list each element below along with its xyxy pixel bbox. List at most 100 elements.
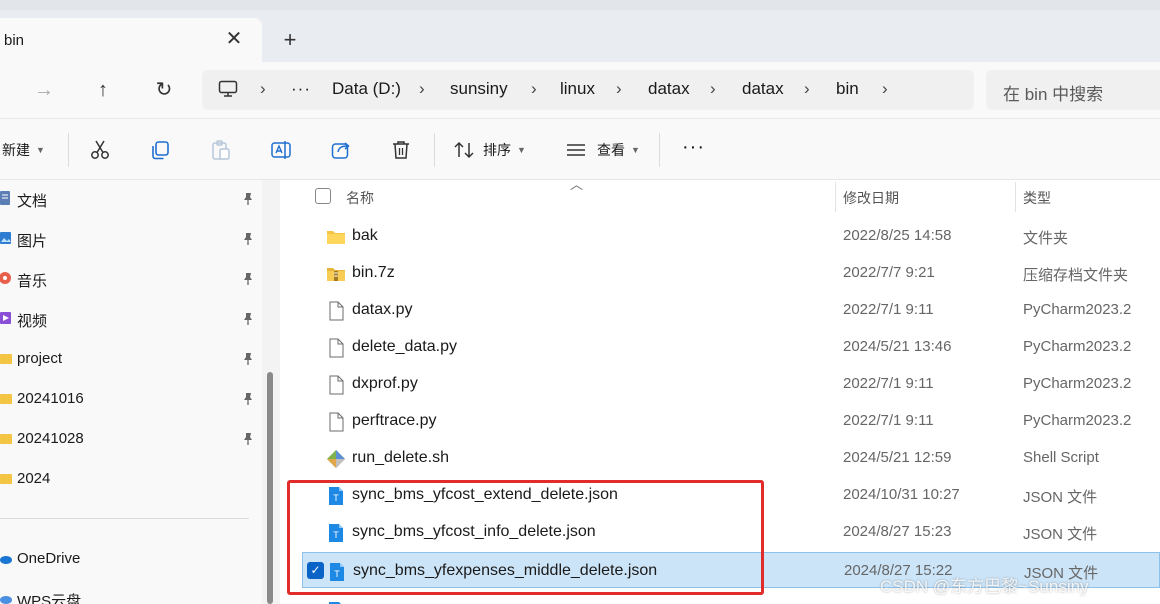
sidebar-item-pictures[interactable]: 图片	[0, 224, 262, 254]
cloud-icon	[0, 590, 12, 604]
pin-icon[interactable]	[241, 392, 255, 406]
view-icon	[565, 141, 587, 159]
sidebar-item-20241016[interactable]: 20241016	[0, 384, 262, 414]
window-top-edge	[0, 0, 1160, 10]
file-type: PyCharm2023.2	[1023, 338, 1132, 355]
chevron-right-icon[interactable]: ›	[882, 79, 888, 99]
column-header-type[interactable]: 类型	[1023, 188, 1051, 222]
sidebar-item-project[interactable]: project	[0, 344, 262, 374]
breadcrumb-datax[interactable]: datax	[648, 79, 690, 99]
folder-icon	[0, 390, 12, 406]
pin-icon[interactable]	[241, 232, 255, 246]
file-type: 压缩存档文件夹	[1023, 267, 1129, 284]
table-row[interactable]: bin.7z 2022/7/7 9:21 压缩存档文件夹	[302, 255, 1160, 291]
chevron-right-icon[interactable]: ›	[419, 79, 425, 99]
column-header-modified[interactable]: 修改日期	[843, 188, 899, 222]
chevron-right-icon[interactable]: ›	[804, 79, 810, 99]
file-type: JSON 文件	[1023, 526, 1098, 543]
pin-icon[interactable]	[241, 272, 255, 286]
pin-icon[interactable]	[241, 432, 255, 446]
sidebar-item-label: WPS云盘	[17, 593, 82, 604]
pin-icon[interactable]	[241, 352, 255, 366]
shell-script-icon	[326, 449, 346, 469]
view-label: 查看	[597, 142, 625, 158]
table-row[interactable]: datax.py 2022/7/1 9:11 PyCharm2023.2	[302, 292, 1160, 328]
breadcrumb-sunsiny[interactable]: sunsiny	[450, 79, 508, 99]
sort-button[interactable]: 排序 ▼	[453, 137, 526, 163]
close-tab-icon[interactable]: ✕	[222, 27, 246, 51]
breadcrumb-bin[interactable]: bin	[836, 79, 859, 99]
sidebar-item-label: 20241028	[17, 430, 84, 447]
rename-button[interactable]	[270, 137, 292, 163]
scissors-icon	[89, 139, 111, 161]
chevron-down-icon: ▼	[36, 145, 45, 155]
sort-ascending-icon: ︿	[570, 177, 584, 192]
watermark-text: CSDN @东方巴黎~Sunsiny	[880, 577, 1089, 596]
cut-button[interactable]	[89, 137, 111, 163]
sidebar-item-20241028[interactable]: 20241028	[0, 424, 262, 454]
sidebar-item-label: 图片	[17, 233, 48, 250]
pin-icon[interactable]	[241, 312, 255, 326]
scrollbar-thumb[interactable]	[267, 372, 273, 604]
file-name: dxprof.py	[352, 375, 418, 392]
file-icon	[326, 375, 346, 395]
column-divider[interactable]	[835, 182, 836, 212]
more-options-icon[interactable]: ···	[682, 134, 705, 160]
breadcrumb-datax-2[interactable]: datax	[742, 79, 784, 99]
table-row[interactable]: run_delete.sh 2024/5/21 12:59 Shell Scri…	[302, 440, 1160, 476]
file-name: datax.py	[352, 301, 413, 318]
sidebar-item-wps[interactable]: WPS云盘	[0, 584, 262, 604]
delete-button[interactable]	[390, 137, 412, 163]
file-date: 2024/5/21 12:59	[843, 449, 952, 466]
file-icon	[326, 301, 346, 321]
tab-bin[interactable]: bin ✕	[0, 18, 262, 62]
forward-icon[interactable]: →	[29, 75, 59, 105]
address-bar[interactable]: › ··· Data (D:) › sunsiny › linux › data…	[202, 70, 974, 110]
file-name: bak	[352, 227, 378, 244]
chevron-down-icon: ▼	[517, 145, 526, 155]
view-button[interactable]: 查看 ▼	[565, 137, 640, 163]
chevron-right-icon[interactable]: ›	[710, 79, 716, 99]
file-date: 2024/10/31 10:27	[843, 486, 960, 503]
sidebar-item-videos[interactable]: 视频	[0, 304, 262, 334]
sidebar-item-onedrive[interactable]: OneDrive	[0, 544, 262, 574]
breadcrumb-drive[interactable]: Data (D:)	[332, 79, 401, 99]
rename-icon	[270, 139, 292, 161]
sidebar-item-2024[interactable]: 2024	[0, 464, 262, 494]
toolbar-divider	[434, 133, 435, 167]
sidebar-item-music[interactable]: 音乐	[0, 264, 262, 294]
more-breadcrumbs-icon[interactable]: ···	[291, 79, 311, 99]
share-button[interactable]	[330, 137, 352, 163]
music-icon	[0, 270, 12, 286]
table-row[interactable]: perftrace.py 2022/7/1 9:11 PyCharm2023.2	[302, 403, 1160, 439]
table-row[interactable]: delete_data.py 2024/5/21 13:46 PyCharm20…	[302, 329, 1160, 365]
computer-icon[interactable]	[218, 80, 238, 102]
chevron-right-icon[interactable]: ›	[260, 79, 266, 99]
paste-button[interactable]	[210, 137, 232, 163]
new-button[interactable]: 新建 ▼	[2, 137, 45, 163]
select-all-checkbox[interactable]	[315, 188, 331, 204]
table-row[interactable]: dxprof.py 2022/7/1 9:11 PyCharm2023.2	[302, 366, 1160, 402]
search-input[interactable]: 在 bin 中搜索	[986, 70, 1160, 110]
file-name: perftrace.py	[352, 412, 437, 429]
folder-icon	[326, 227, 346, 247]
sidebar-item-label: 文档	[17, 193, 48, 210]
file-type: PyCharm2023.2	[1023, 301, 1132, 318]
new-tab-icon[interactable]: +	[278, 28, 302, 52]
column-header-name[interactable]: 名称	[346, 188, 374, 222]
chevron-right-icon[interactable]: ›	[531, 79, 537, 99]
refresh-icon[interactable]: ↻	[149, 75, 179, 105]
table-row[interactable]: bak 2022/8/25 14:58 文件夹	[302, 218, 1160, 254]
breadcrumb-linux[interactable]: linux	[560, 79, 595, 99]
file-name: delete_data.py	[352, 338, 457, 355]
navigation-pane: 文档 图片 音乐 视频 project 20241016 20241028 20…	[0, 180, 262, 604]
sidebar-item-documents[interactable]: 文档	[0, 184, 262, 214]
toolbar-divider	[68, 133, 69, 167]
pin-icon[interactable]	[241, 192, 255, 206]
copy-button[interactable]	[149, 137, 171, 163]
column-divider[interactable]	[1015, 182, 1016, 212]
up-icon[interactable]: ↑	[88, 75, 118, 105]
folder-icon	[0, 430, 12, 446]
chevron-right-icon[interactable]: ›	[616, 79, 622, 99]
pictures-icon	[0, 230, 12, 246]
